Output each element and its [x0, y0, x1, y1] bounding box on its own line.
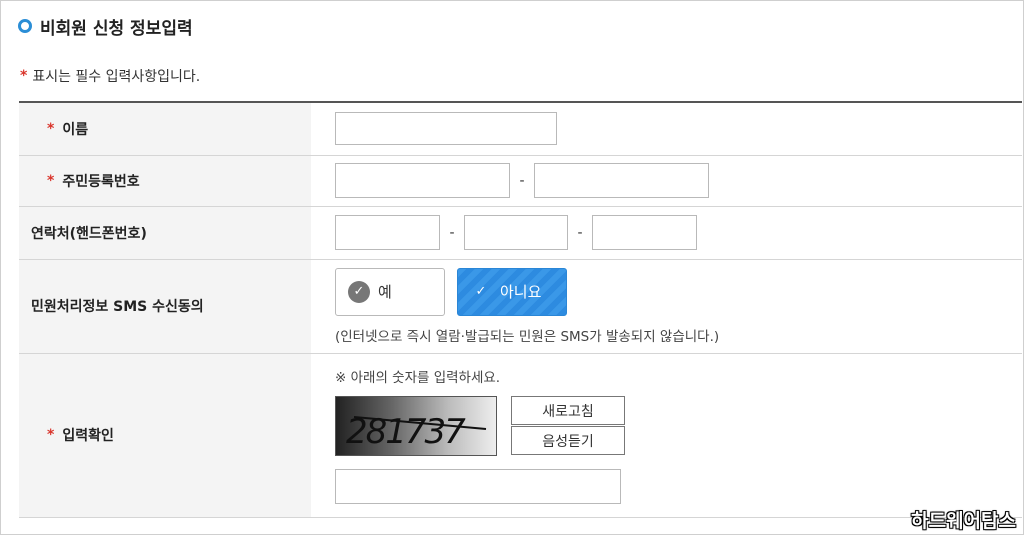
captcha-audio-button[interactable]: 음성듣기	[511, 426, 625, 455]
required-star-icon: *	[47, 172, 55, 189]
input-cell-captcha: ※ 아래의 숫자를 입력하세요. 281737 새로고침 음성듣기	[311, 353, 1022, 518]
section-title: 비회원 신청 정보입력	[18, 14, 193, 39]
input-cell-resident-number: -	[311, 155, 1022, 207]
row-name: * 이름	[19, 102, 1022, 156]
label-phone: 연락처(핸드폰번호)	[31, 225, 147, 242]
label-resident-number: 주민등록번호	[62, 173, 140, 190]
captcha-input[interactable]	[335, 469, 621, 504]
phone-separator-1: -	[449, 224, 455, 241]
resident-number-back-input[interactable]	[534, 163, 709, 198]
row-sms-consent: 민원처리정보 SMS 수신동의 ✓ 예 ✓ 아니요 (인터넷으로 즉시 열람·발…	[19, 259, 1022, 354]
label-name: 이름	[62, 121, 89, 138]
captcha-refresh-button[interactable]: 새로고침	[511, 396, 625, 425]
section-title-text: 비회원 신청 정보입력	[40, 18, 193, 39]
label-cell-captcha: * 입력확인	[19, 353, 311, 518]
label-sms-consent: 민원처리정보 SMS 수신동의	[31, 299, 204, 315]
sms-consent-note: (인터넷으로 즉시 열람·발급되는 민원은 SMS가 발송되지 않습니다.)	[335, 328, 720, 345]
label-cell-phone: 연락처(핸드폰번호)	[19, 206, 311, 260]
check-icon: ✓	[348, 280, 370, 303]
name-input[interactable]	[335, 112, 557, 146]
label-cell-sms-consent: 민원처리정보 SMS 수신동의	[19, 259, 311, 354]
row-resident-number: * 주민등록번호 -	[19, 155, 1022, 207]
ring-bullet-icon	[18, 19, 32, 33]
check-icon: ✓	[475, 284, 487, 299]
captcha-svg: 281737	[346, 412, 487, 452]
resident-number-separator: -	[519, 172, 525, 189]
phone-separator-2: -	[577, 224, 583, 241]
required-note-text: 표시는 필수 입력사항입니다.	[32, 69, 201, 85]
captcha-image: 281737	[335, 396, 497, 456]
label-captcha: 입력확인	[62, 428, 114, 444]
watermark: 하드웨어탐스	[911, 510, 1016, 532]
input-cell-name	[311, 102, 1022, 156]
phone-part2-input[interactable]	[464, 215, 568, 250]
required-star-icon: *	[47, 427, 55, 443]
sms-consent-no-button[interactable]: ✓ 아니요	[457, 267, 567, 316]
label-cell-name: * 이름	[19, 102, 311, 156]
required-star-icon: *	[20, 68, 28, 84]
phone-part3-input[interactable]	[592, 215, 697, 250]
row-phone: 연락처(핸드폰번호) - -	[19, 206, 1022, 260]
sms-consent-no-label: 아니요	[500, 283, 542, 301]
application-form: * 이름 * 주민등록번호 - 연락처(핸드폰번호) - - 민원처리정보 SM…	[19, 101, 1022, 518]
row-captcha: * 입력확인 ※ 아래의 숫자를 입력하세요. 281737 새로고침 음성듣기	[19, 353, 1022, 518]
captcha-buttons: 새로고침 음성듣기	[511, 396, 625, 455]
resident-number-front-input[interactable]	[335, 163, 510, 198]
sms-consent-yes-label: 예	[378, 283, 392, 301]
required-note: * 표시는 필수 입력사항입니다.	[20, 66, 200, 86]
required-star-icon: *	[47, 120, 55, 137]
captcha-guide: ※ 아래의 숫자를 입력하세요.	[335, 370, 501, 386]
label-cell-resident-number: * 주민등록번호	[19, 155, 311, 207]
phone-part1-input[interactable]	[335, 215, 440, 250]
input-cell-phone: - -	[311, 206, 1022, 260]
sms-consent-yes-button[interactable]: ✓ 예	[335, 267, 445, 316]
input-cell-sms-consent: ✓ 예 ✓ 아니요 (인터넷으로 즉시 열람·발급되는 민원은 SMS가 발송되…	[311, 259, 1022, 354]
